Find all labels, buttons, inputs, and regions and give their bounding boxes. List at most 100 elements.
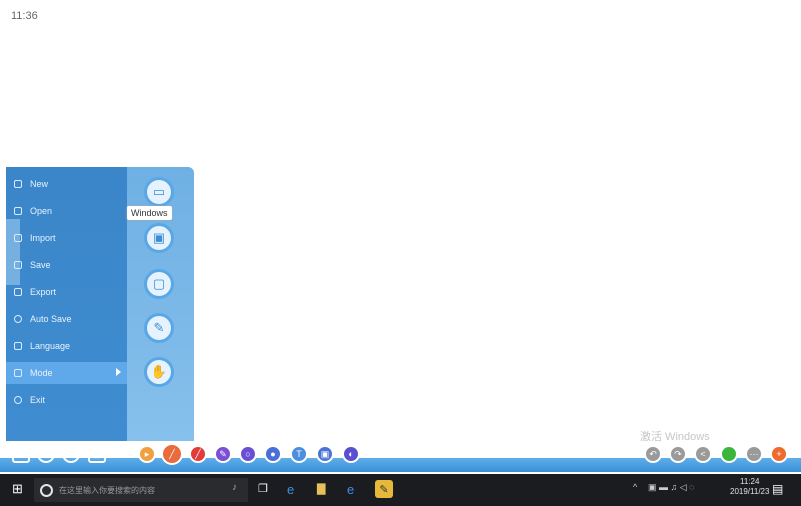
notification-button[interactable]: ▤ xyxy=(772,482,783,496)
pen-mode-icon: ✎ xyxy=(153,320,165,335)
pen-tool[interactable]: ╱ xyxy=(161,443,183,465)
highlighter-tool[interactable]: ✎ xyxy=(214,445,232,463)
settings-button[interactable]: ⚙ xyxy=(62,445,80,463)
edge-icon: e xyxy=(287,482,295,497)
undo-button[interactable]: ↶ xyxy=(644,445,662,463)
taskbar-search[interactable]: 在这里输入你要搜索的内容 xyxy=(34,478,248,502)
highlighter-icon: ✎ xyxy=(219,448,227,459)
folder-button[interactable]: ▤ xyxy=(88,445,106,463)
language-icon xyxy=(14,342,22,350)
undo-icon: ↶ xyxy=(649,448,657,459)
eraser-icon: ◐ xyxy=(348,449,354,459)
edge-button[interactable]: e xyxy=(287,482,294,497)
menu-item-label: Import xyxy=(30,233,56,243)
menu-item-label: Exit xyxy=(30,395,46,405)
start-button[interactable]: ⊞ xyxy=(12,481,23,497)
menu-item-label: Mode xyxy=(30,368,53,378)
app-button[interactable]: ✎ xyxy=(375,480,393,498)
tray-icons[interactable]: ▣ ▬ ♫ ◁ ◌ xyxy=(648,482,695,493)
exit-icon xyxy=(14,396,22,404)
explorer-button[interactable]: ▇ xyxy=(317,482,325,495)
eraser-tool[interactable]: ◐ xyxy=(342,445,360,463)
red-pen-tool[interactable]: ╱ xyxy=(189,445,207,463)
chevron-right-icon xyxy=(116,368,121,376)
pen-icon: ╱ xyxy=(169,448,175,459)
taskbar-clock[interactable]: 11:24 2019/11/23 xyxy=(730,477,769,497)
fill-tool[interactable]: ● xyxy=(264,445,282,463)
export-icon xyxy=(14,288,22,296)
share-button[interactable]: < xyxy=(694,445,712,463)
windows-logo-icon: ⊞ xyxy=(12,481,23,496)
windows-mode-button[interactable]: ▭ xyxy=(144,177,174,207)
ie-icon: e xyxy=(347,482,355,497)
menu-item-save[interactable]: Save xyxy=(6,254,127,276)
menu-item-import[interactable]: Import xyxy=(6,227,127,249)
menu-item-new[interactable]: New xyxy=(6,173,127,195)
mode-icon xyxy=(14,369,22,377)
menu-item-exit[interactable]: Exit xyxy=(6,389,127,411)
edit-button[interactable]: ✎ xyxy=(12,445,30,463)
mic-button[interactable]: ♪ xyxy=(232,482,237,493)
more-button[interactable]: ⋯ xyxy=(745,445,763,463)
task-view-icon: ❐ xyxy=(258,483,268,495)
shape-icon: ○ xyxy=(245,449,251,459)
menu-item-label: Export xyxy=(30,287,57,297)
tray-chevron[interactable]: ^ xyxy=(633,482,637,492)
mode-tooltip: Windows xyxy=(127,206,172,220)
ie-button[interactable]: e xyxy=(347,482,354,497)
desktop-mode-button[interactable]: ▣ xyxy=(144,223,174,253)
add-button[interactable]: + xyxy=(770,445,788,463)
menu-item-mode[interactable]: Mode xyxy=(6,362,127,384)
menu-item-open[interactable]: Open xyxy=(6,200,127,222)
shape-tool[interactable]: ○ xyxy=(239,445,257,463)
clock-time: 11:24 xyxy=(740,477,760,486)
menu-item-label: Save xyxy=(30,260,51,270)
menu-item-label: New xyxy=(30,179,49,189)
board-mode-icon: ▢ xyxy=(152,276,166,291)
app-icon: ✎ xyxy=(379,483,389,496)
notification-icon: ▤ xyxy=(772,482,784,496)
redo-icon: ↷ xyxy=(674,448,682,459)
menu-item-auto-save[interactable]: Auto Save xyxy=(6,308,127,330)
fill-icon: ● xyxy=(270,449,276,459)
edit-icon: ✎ xyxy=(17,448,25,459)
hand-mode-button[interactable]: ✋ xyxy=(144,357,174,387)
clock-date: 2019/11/23 xyxy=(730,487,770,496)
open-folder-icon xyxy=(14,207,22,215)
activation-watermark: 激活 Windows xyxy=(640,431,710,443)
select-tool[interactable]: ▸ xyxy=(138,445,156,463)
tray-status-icons: ▣ ▬ ♫ ◁ ◌ xyxy=(648,482,695,492)
windows-mode-icon: ▭ xyxy=(152,184,166,199)
screen-button[interactable]: ▭ xyxy=(37,445,55,463)
add-icon: + xyxy=(776,449,782,459)
top-time-label: 11:36 xyxy=(11,10,38,22)
share-icon: < xyxy=(700,449,706,459)
new-icon xyxy=(14,180,22,188)
mic-icon: ♪ xyxy=(232,482,237,493)
cortana-icon xyxy=(40,483,53,497)
menu-item-label: Language xyxy=(30,341,71,351)
auto-save-icon xyxy=(14,315,22,323)
text-icon: T xyxy=(296,449,302,459)
menu-item-export[interactable]: Export xyxy=(6,281,127,303)
image-tool[interactable]: ▣ xyxy=(316,445,334,463)
menu-item-language[interactable]: Language xyxy=(6,335,127,357)
search-placeholder: 在这里输入你要搜索的内容 xyxy=(59,485,155,495)
folder-icon: ▇ xyxy=(317,483,326,495)
more-icon: ⋯ xyxy=(749,448,759,459)
redo-button[interactable]: ↷ xyxy=(669,445,687,463)
menu-item-label: Auto Save xyxy=(30,314,72,324)
save-icon xyxy=(14,261,22,269)
desktop-mode-icon: ▣ xyxy=(152,230,166,245)
pen-mode-button[interactable]: ✎ xyxy=(144,313,174,343)
green-status-button[interactable] xyxy=(720,445,738,463)
image-icon: ▣ xyxy=(320,448,330,459)
hand-mode-icon: ✋ xyxy=(150,364,168,379)
import-icon xyxy=(14,234,22,242)
chevron-up-icon: ^ xyxy=(633,482,638,492)
text-tool[interactable]: T xyxy=(290,445,308,463)
settings-icon: ⚙ xyxy=(66,448,76,459)
board-mode-button[interactable]: ▢ xyxy=(144,269,174,299)
folder-icon: ▤ xyxy=(92,448,102,459)
task-view-button[interactable]: ❐ xyxy=(258,482,268,495)
